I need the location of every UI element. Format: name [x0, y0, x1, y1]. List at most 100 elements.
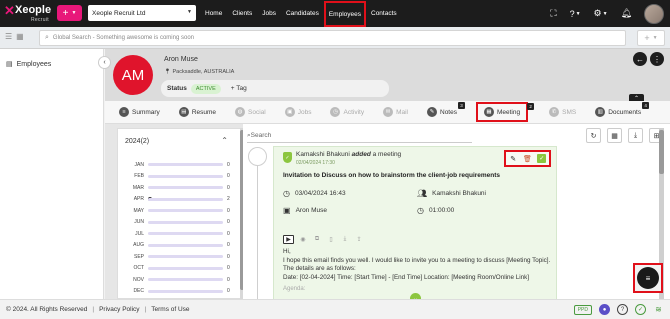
status-tag-bar: Status ACTIVE + Tag [161, 80, 389, 97]
search-icon: ⌕ [45, 34, 49, 41]
chevron-up-icon[interactable]: ⌃ [221, 136, 228, 145]
nav-contacts[interactable]: Contacts [366, 0, 402, 27]
tab-mail[interactable]: ✉ Mail [383, 103, 408, 121]
tab-meeting[interactable]: ▦ Meeting 2 [475, 102, 535, 122]
global-add-button[interactable]: + ▼ [637, 30, 665, 46]
help-icon[interactable]: ? ▼ [570, 9, 581, 19]
tab-activity[interactable]: ◷ Activity [330, 103, 364, 121]
record-icon[interactable]: ◉ [298, 235, 308, 244]
document-icon[interactable]: ▯ [326, 235, 336, 244]
tab-social[interactable]: ◍ Social [235, 103, 266, 121]
documents-count-badge: 4 [642, 102, 650, 109]
meeting-headline: Kamakshi Bhakuni added a meeting [296, 151, 402, 158]
global-search-input[interactable]: ⌕ Global Search - Something awesome is c… [39, 30, 626, 46]
person-icon: ▣ [283, 206, 291, 215]
more-options-icon[interactable]: ⋮ [650, 52, 664, 66]
month-row[interactable]: OCT 0 [118, 263, 236, 274]
fullscreen-icon[interactable]: ⛶ [550, 8, 556, 19]
status-badge[interactable]: ACTIVE [190, 83, 221, 94]
copy-icon[interactable]: ⧉ [312, 235, 322, 244]
month-row[interactable]: JUL 0 [118, 228, 236, 239]
month-row[interactable]: MAY 0 [118, 205, 236, 216]
grid-view-icon[interactable]: ▦ [16, 32, 24, 41]
month-row[interactable]: DEC 0 [118, 286, 236, 297]
check-circle-icon[interactable]: ✓ [635, 304, 646, 315]
download-icon[interactable]: ⤓ [628, 128, 643, 143]
privacy-policy-link[interactable]: Privacy Policy [99, 306, 139, 313]
calendar-icon[interactable]: ▦ [607, 128, 622, 143]
month-bar [148, 209, 223, 212]
download-icon[interactable]: ⤓ [340, 235, 350, 244]
employee-location: 📍︎ Packsaddle, AUSTRALIA [164, 69, 235, 75]
meeting-message: Hi, I hope this email finds you well. I … [283, 248, 551, 281]
list-view-icon[interactable]: ☰ [5, 32, 12, 41]
xeople-logo[interactable]: ✕ Xeople Recruit [4, 3, 52, 25]
month-row[interactable]: MAR 0 [118, 182, 236, 193]
floating-menu-button[interactable]: ≡ [637, 267, 659, 289]
footer-separator: | [144, 306, 147, 313]
main-content: AM Aron Muse 📍︎ Packsaddle, AUSTRALIA St… [105, 49, 670, 304]
timeline-scroll-thumb[interactable] [659, 130, 664, 174]
status-label: Status [167, 85, 187, 92]
month-row[interactable]: SEP 0 [118, 251, 236, 262]
footer-status-icons: PPD ● ? ✓ ≋ [573, 304, 664, 315]
video-icon[interactable]: ▶ [283, 235, 294, 244]
nav-candidates[interactable]: Candidates [281, 0, 324, 27]
documents-icon: ▥ [595, 107, 606, 117]
month-row[interactable]: JUN 0 [118, 217, 236, 228]
ppd-badge[interactable]: PPD [573, 304, 592, 315]
company-select[interactable]: Xeople Recruit Ltd ▼ [88, 5, 196, 21]
month-row[interactable]: APR 2 [118, 194, 236, 205]
nav-home[interactable]: Home [200, 0, 227, 27]
tab-resume[interactable]: ▤ Resume [178, 103, 216, 121]
month-row[interactable]: JAN 0 [118, 159, 236, 170]
back-arrow-icon[interactable]: ← [633, 52, 647, 66]
help-circle-icon[interactable]: ? [617, 304, 628, 315]
refresh-icon[interactable]: ↻ [586, 128, 601, 143]
user-avatar[interactable] [644, 3, 664, 24]
timeline-search-input[interactable]: ⌕Search [247, 132, 472, 143]
edit-icon[interactable]: ✎ [509, 154, 518, 163]
month-label: FEB [134, 173, 144, 179]
logo-subtitle: Recruit [31, 17, 49, 23]
terms-of-use-link[interactable]: Terms of Use [151, 306, 189, 313]
tab-documents[interactable]: ▥ Documents 4 [595, 102, 650, 121]
delete-icon[interactable]: 🗑︎ [523, 154, 532, 163]
meeting-datetime: ◷ 03/04/2024 16:43 [283, 189, 346, 198]
timeline-node [248, 147, 267, 166]
quick-add-button[interactable]: + ▼ [57, 5, 82, 21]
employee-name: Aron Muse [164, 56, 198, 63]
month-row[interactable]: AUG 0 [118, 240, 236, 251]
share-icon[interactable]: ⇪ [354, 235, 364, 244]
sidebar-collapse-button[interactable]: ‹ [98, 56, 111, 69]
month-label: MAR [132, 184, 144, 191]
bell-icon[interactable]: 🔔︎ [621, 8, 632, 19]
nav-employees[interactable]: Employees [323, 1, 366, 27]
month-row[interactable]: FEB 0 [118, 171, 236, 182]
month-label: NOV [133, 276, 144, 283]
tab-sms[interactable]: ✆ SMS [549, 103, 576, 121]
tab-jobs[interactable]: ▣ Jobs [284, 103, 311, 121]
meeting-toolbar: ▶ ◉ ⧉ ▯ ⤓ ⇪ [283, 235, 364, 244]
month-row[interactable]: NOV 0 [118, 274, 236, 285]
footer-separator: | [92, 306, 95, 313]
month-count: 0 [227, 230, 230, 237]
month-label: JAN [134, 161, 144, 168]
sidebar-item-employees[interactable]: ▤ Employees [6, 60, 51, 69]
nav-jobs[interactable]: Jobs [257, 0, 281, 27]
duration-clock-icon: ◷ [417, 206, 424, 215]
tab-notes[interactable]: ✎ Notes 3 [427, 102, 465, 121]
gear-icon[interactable]: ⚙ ▼ [594, 8, 608, 19]
month-count: 0 [227, 242, 230, 248]
jobs-icon: ▣ [284, 107, 295, 117]
wifi-icon[interactable]: ≋ [653, 304, 664, 315]
meeting-organizer: 👥︎ Kamakshi Bhakuni [417, 189, 486, 198]
user-status-icon[interactable]: ● [599, 304, 610, 315]
month-bar [148, 174, 223, 178]
nav-clients[interactable]: Clients [227, 0, 257, 27]
complete-check-icon[interactable]: ✓ [537, 154, 547, 163]
year-heading[interactable]: 2024(2) [125, 138, 149, 145]
add-tag-button[interactable]: + Tag [231, 85, 247, 92]
view-toggle: ☰ ▦ [5, 32, 24, 41]
tab-summary[interactable]: ≡ Summary [119, 103, 160, 121]
